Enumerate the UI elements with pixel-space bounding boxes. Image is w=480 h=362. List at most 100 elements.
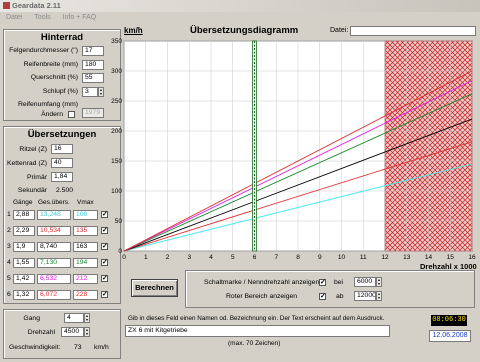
x-tick-label: 2 <box>166 254 170 261</box>
geschw-value: 73 <box>74 344 82 351</box>
gear-series-line <box>123 93 473 252</box>
gang-spinner[interactable]: ▴ ▾ <box>84 313 90 323</box>
gear-checkbox[interactable]: ✓ <box>101 291 108 298</box>
drehzahl-label: Drehzahl <box>27 329 55 336</box>
gear-ratio-input[interactable]: 1,42 <box>13 274 35 284</box>
ab-input[interactable]: 12000 <box>354 291 376 301</box>
diagram-title: Übersetzungsdiagramm <box>190 25 299 36</box>
shift-marker <box>252 40 257 252</box>
reifenumfang-input: 1979 <box>82 108 104 118</box>
gear-ratio-input[interactable]: 1,55 <box>13 258 35 268</box>
options-panel: Schaltmarke / Nenndrehzahl anzeigen ✓ be… <box>185 270 475 308</box>
gear-total-ratio: 10,534 <box>37 226 71 236</box>
schalt-label: Schaltmarke / Nenndrehzahl anzeigen <box>204 279 320 286</box>
sekundaer-value: 2.500 <box>56 187 74 194</box>
datei-field <box>350 26 476 36</box>
app-icon <box>3 2 10 9</box>
gang-panel: Gang 4 ▴ ▾ Drehzahl 4500 ▴ ▾ Geschwindigke… <box>3 309 121 359</box>
rot-checkbox[interactable]: ✓ <box>319 293 326 300</box>
ab-label: ab <box>336 293 344 300</box>
gear-checkbox[interactable]: ✓ <box>101 259 108 266</box>
x-tick-label: 11 <box>360 254 367 261</box>
felgen-input[interactable]: 17 <box>82 46 104 56</box>
x-tick-label: 14 <box>425 254 433 261</box>
note-input[interactable]: ZX 6 mit Kitgetriebe <box>125 325 390 337</box>
schalt-checkbox[interactable]: ✓ <box>319 279 326 286</box>
datei-label: Datei: <box>330 27 349 34</box>
reifenbreite-input[interactable]: 180 <box>82 60 104 70</box>
ritzel-label: Ritzel (Z) <box>19 146 47 153</box>
aendern-label: Ändern <box>41 111 63 118</box>
gear-ratio-input[interactable]: 2,29 <box>13 226 35 236</box>
felgen-label: Felgendurchmesser (") <box>9 47 78 54</box>
gear-number: 2 <box>7 227 11 234</box>
plot-area <box>123 40 473 252</box>
gear-series-line <box>123 70 473 252</box>
gear-vmax: 135 <box>73 226 98 236</box>
gear-checkbox[interactable]: ✓ <box>101 227 108 234</box>
menu-info[interactable]: Info + FAQ <box>63 14 97 21</box>
primaer-label: Primär <box>26 174 47 181</box>
gear-total-ratio: 7,130 <box>37 258 71 268</box>
gear-ratio-input[interactable]: 2,88 <box>13 210 35 220</box>
gear-number: 4 <box>7 259 11 266</box>
kettenrad-input[interactable]: 40 <box>51 158 73 168</box>
gear-number: 5 <box>7 275 11 282</box>
schlupf-input[interactable]: 3 <box>82 87 98 97</box>
gear-total-ratio: 6,072 <box>37 290 71 300</box>
gear-series-line <box>123 118 473 252</box>
drehzahl-input[interactable]: 4500 <box>61 327 84 337</box>
hinterrad-panel: Hinterrad Felgendurchmesser (") 17 Reife… <box>3 29 121 121</box>
schlupf-spinner[interactable]: ▴ ▾ <box>98 87 104 97</box>
x-tick-label: 9 <box>318 254 322 261</box>
note-max: (max. 70 Zeichen) <box>228 340 281 347</box>
gear-checkbox[interactable]: ✓ <box>101 243 108 250</box>
geschw-unit: km/h <box>94 344 109 351</box>
x-tick-label: 4 <box>209 254 213 261</box>
x-tick-label: 16 <box>468 254 476 261</box>
gear-vmax: 106 <box>73 210 98 220</box>
hinterrad-title: Hinterrad <box>40 32 84 43</box>
rot-label: Roter Bereich anzeigen <box>226 293 298 300</box>
drehzahl-spinner[interactable]: ▴ ▾ <box>84 327 90 337</box>
gear-total-ratio: 13,248 <box>37 210 71 220</box>
gang-input[interactable]: 4 <box>64 313 84 323</box>
x-tick-label: 0 <box>122 254 126 261</box>
gear-ratio-input[interactable]: 1,9 <box>13 242 35 252</box>
gear-number: 1 <box>7 211 11 218</box>
aendern-checkbox[interactable] <box>68 111 75 118</box>
col-ges: Ges.übers. <box>38 199 70 206</box>
gear-vmax: 228 <box>73 290 98 300</box>
uebersetzungen-panel: Übersetzungen Ritzel (Z) 16 Kettenrad (Z… <box>3 126 121 304</box>
ab-spinner[interactable]: ▴ ▾ <box>376 291 382 301</box>
querschnitt-input[interactable]: 55 <box>82 73 104 83</box>
reifenumfang-label: Reifenumfang (mm) <box>17 101 78 108</box>
x-tick-label: 15 <box>447 254 455 261</box>
gear-vmax: 163 <box>73 242 98 252</box>
menu-datei[interactable]: Datei <box>6 14 22 21</box>
ritzel-input[interactable]: 16 <box>51 144 73 154</box>
x-tick-label: 12 <box>381 254 389 261</box>
time-display: 08:06:30 <box>431 315 467 326</box>
gear-number: 3 <box>7 243 11 250</box>
berechnen-button[interactable]: Berechnen <box>131 279 178 297</box>
gang-label: Gang <box>23 315 40 322</box>
x-tick-label: 6 <box>253 254 257 261</box>
primaer-input[interactable]: 1,84 <box>51 172 73 182</box>
schlupf-label: Schlupf (%) <box>42 88 78 95</box>
x-tick-label: 13 <box>403 254 411 261</box>
gear-ratio-input[interactable]: 1,32 <box>13 290 35 300</box>
gear-series-line <box>123 163 473 252</box>
bei-input[interactable]: 6000 <box>354 277 376 287</box>
x-tick-label: 8 <box>296 254 300 261</box>
gear-checkbox[interactable]: ✓ <box>101 211 108 218</box>
col-gaenge: Gänge <box>13 199 33 206</box>
x-tick-label: 5 <box>231 254 235 261</box>
gear-checkbox[interactable]: ✓ <box>101 275 108 282</box>
sekundaer-label: Sekundär <box>17 187 47 194</box>
reifenbreite-label: Reifenbreite (mm) <box>23 61 78 68</box>
menubar: Datei Tools Info + FAQ <box>0 12 480 23</box>
gear-vmax: 194 <box>73 258 98 268</box>
bei-spinner[interactable]: ▴ ▾ <box>376 277 382 287</box>
menu-tools[interactable]: Tools <box>34 14 50 21</box>
